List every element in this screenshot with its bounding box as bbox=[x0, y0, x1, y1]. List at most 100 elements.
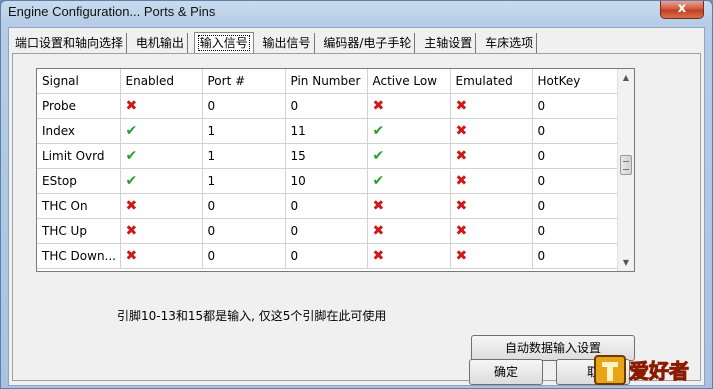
pin-number-cell[interactable]: 0 bbox=[285, 243, 368, 269]
hotkey-cell[interactable]: 0 bbox=[532, 243, 618, 269]
pin-number-cell[interactable]: 10 bbox=[285, 168, 368, 194]
signal-cell[interactable]: THC Up bbox=[37, 218, 121, 244]
cross-icon[interactable]: ✖ bbox=[373, 98, 385, 114]
signal-cell[interactable]: THC On bbox=[37, 193, 121, 219]
port-cell[interactable]: 1 bbox=[202, 143, 286, 169]
cross-icon[interactable]: ✖ bbox=[126, 198, 138, 214]
emulated-cell[interactable]: ✖ bbox=[450, 93, 533, 119]
pin-number-cell[interactable]: 0 bbox=[285, 193, 368, 219]
window-title: Engine Configuration... Ports & Pins bbox=[8, 4, 216, 19]
cross-icon[interactable]: ✖ bbox=[456, 123, 468, 139]
emulated-cell[interactable]: ✖ bbox=[450, 218, 533, 244]
cross-icon[interactable]: ✖ bbox=[373, 248, 385, 264]
port-cell[interactable]: 1 bbox=[202, 118, 286, 144]
column-header-signal[interactable]: Signal bbox=[37, 69, 121, 94]
pin-number-cell[interactable]: 0 bbox=[285, 93, 368, 119]
signals-grid[interactable]: Signal Enabled Port # Pin Number Active … bbox=[36, 68, 635, 272]
scroll-up-arrow-icon[interactable]: ▲ bbox=[618, 69, 634, 86]
cross-icon[interactable]: ✖ bbox=[456, 248, 468, 264]
enabled-cell[interactable]: ✔ bbox=[120, 168, 203, 194]
table-row[interactable]: Limit Ovrd ✔ 1 15 ✔ ✖ 0 bbox=[37, 143, 618, 169]
cross-icon[interactable]: ✖ bbox=[373, 223, 385, 239]
cross-icon[interactable]: ✖ bbox=[456, 198, 468, 214]
tab-encoder-mpg[interactable]: 编码器/电子手轮 bbox=[320, 33, 416, 53]
cross-icon[interactable]: ✖ bbox=[456, 173, 468, 189]
table-row[interactable]: Probe ✖ 0 0 ✖ ✖ 0 bbox=[37, 93, 618, 119]
tab-input-signals[interactable]: 输入信号 bbox=[193, 32, 254, 54]
active-low-cell[interactable]: ✖ bbox=[367, 218, 451, 244]
cross-icon[interactable]: ✖ bbox=[126, 248, 138, 264]
check-icon[interactable]: ✔ bbox=[126, 123, 138, 139]
emulated-cell[interactable]: ✖ bbox=[450, 243, 533, 269]
column-header-active-low[interactable]: Active Low bbox=[367, 69, 451, 94]
enabled-cell[interactable]: ✔ bbox=[120, 143, 203, 169]
cross-icon[interactable]: ✖ bbox=[456, 148, 468, 164]
cross-icon[interactable]: ✖ bbox=[456, 98, 468, 114]
enabled-cell[interactable]: ✔ bbox=[120, 118, 203, 144]
hotkey-cell[interactable]: 0 bbox=[532, 168, 618, 194]
active-low-cell[interactable]: ✖ bbox=[367, 93, 451, 119]
column-header-emulated[interactable]: Emulated bbox=[450, 69, 533, 94]
check-icon[interactable]: ✔ bbox=[373, 123, 385, 139]
cross-icon[interactable]: ✖ bbox=[126, 223, 138, 239]
check-icon[interactable]: ✔ bbox=[126, 148, 138, 164]
tab-output-signals[interactable]: 输出信号 bbox=[260, 33, 315, 53]
active-low-cell[interactable]: ✖ bbox=[367, 193, 451, 219]
hotkey-cell[interactable]: 0 bbox=[532, 193, 618, 219]
hotkey-cell[interactable]: 0 bbox=[532, 118, 618, 144]
cross-icon[interactable]: ✖ bbox=[456, 223, 468, 239]
hotkey-cell[interactable]: 0 bbox=[532, 93, 618, 119]
hotkey-cell[interactable]: 0 bbox=[532, 218, 618, 244]
enabled-cell[interactable]: ✖ bbox=[120, 218, 203, 244]
cross-icon[interactable]: ✖ bbox=[126, 98, 138, 114]
port-cell[interactable]: 0 bbox=[202, 93, 286, 119]
vertical-scrollbar[interactable]: ▲ ▼ bbox=[617, 69, 634, 271]
table-row[interactable]: THC Down... ✖ 0 0 ✖ ✖ 0 bbox=[37, 243, 618, 269]
table-row[interactable]: Index ✔ 1 11 ✔ ✖ 0 bbox=[37, 118, 618, 144]
emulated-cell[interactable]: ✖ bbox=[450, 168, 533, 194]
check-icon[interactable]: ✔ bbox=[373, 173, 385, 189]
pin-number-cell[interactable]: 11 bbox=[285, 118, 368, 144]
signal-cell[interactable]: Index bbox=[37, 118, 121, 144]
table-row[interactable]: EStop ✔ 1 10 ✔ ✖ 0 bbox=[37, 168, 618, 194]
check-icon[interactable]: ✔ bbox=[373, 148, 385, 164]
hotkey-cell[interactable]: 0 bbox=[532, 143, 618, 169]
signal-cell[interactable]: EStop bbox=[37, 168, 121, 194]
emulated-cell[interactable]: ✖ bbox=[450, 118, 533, 144]
active-low-cell[interactable]: ✔ bbox=[367, 118, 451, 144]
port-cell[interactable]: 0 bbox=[202, 218, 286, 244]
title-bar[interactable]: Engine Configuration... Ports & Pins x bbox=[1, 1, 712, 25]
column-header-hotkey[interactable]: HotKey bbox=[532, 69, 618, 94]
enabled-cell[interactable]: ✖ bbox=[120, 93, 203, 119]
ok-button[interactable]: 确定 bbox=[469, 359, 543, 385]
check-icon[interactable]: ✔ bbox=[126, 173, 138, 189]
port-cell[interactable]: 1 bbox=[202, 168, 286, 194]
cross-icon[interactable]: ✖ bbox=[373, 198, 385, 214]
pin-number-cell[interactable]: 0 bbox=[285, 218, 368, 244]
emulated-cell[interactable]: ✖ bbox=[450, 143, 533, 169]
active-low-cell[interactable]: ✖ bbox=[367, 243, 451, 269]
tab-lathe-options[interactable]: 车床选项 bbox=[482, 33, 538, 53]
pin-number-cell[interactable]: 15 bbox=[285, 143, 368, 169]
table-row[interactable]: THC On ✖ 0 0 ✖ ✖ 0 bbox=[37, 193, 618, 219]
table-row[interactable]: THC Up ✖ 0 0 ✖ ✖ 0 bbox=[37, 218, 618, 244]
port-cell[interactable]: 0 bbox=[202, 243, 286, 269]
signal-cell[interactable]: Probe bbox=[37, 93, 121, 119]
port-cell[interactable]: 0 bbox=[202, 193, 286, 219]
scroll-down-arrow-icon[interactable]: ▼ bbox=[618, 254, 634, 271]
column-header-port[interactable]: Port # bbox=[202, 69, 286, 94]
enabled-cell[interactable]: ✖ bbox=[120, 243, 203, 269]
enabled-cell[interactable]: ✖ bbox=[120, 193, 203, 219]
emulated-cell[interactable]: ✖ bbox=[450, 193, 533, 219]
active-low-cell[interactable]: ✔ bbox=[367, 143, 451, 169]
close-button[interactable]: x bbox=[660, 1, 704, 19]
signal-cell[interactable]: Limit Ovrd bbox=[37, 143, 121, 169]
column-header-enabled[interactable]: Enabled bbox=[120, 69, 203, 94]
signal-cell[interactable]: THC Down... bbox=[37, 243, 121, 269]
tab-ports-axis[interactable]: 端口设置和轴向选择 bbox=[12, 33, 128, 53]
scroll-thumb[interactable] bbox=[620, 155, 632, 175]
column-header-pin-number[interactable]: Pin Number bbox=[285, 69, 368, 94]
active-low-cell[interactable]: ✔ bbox=[367, 168, 451, 194]
tab-motor-outputs[interactable]: 电机输出 bbox=[133, 33, 188, 53]
tab-spindle-setup[interactable]: 主轴设置 bbox=[421, 33, 477, 53]
